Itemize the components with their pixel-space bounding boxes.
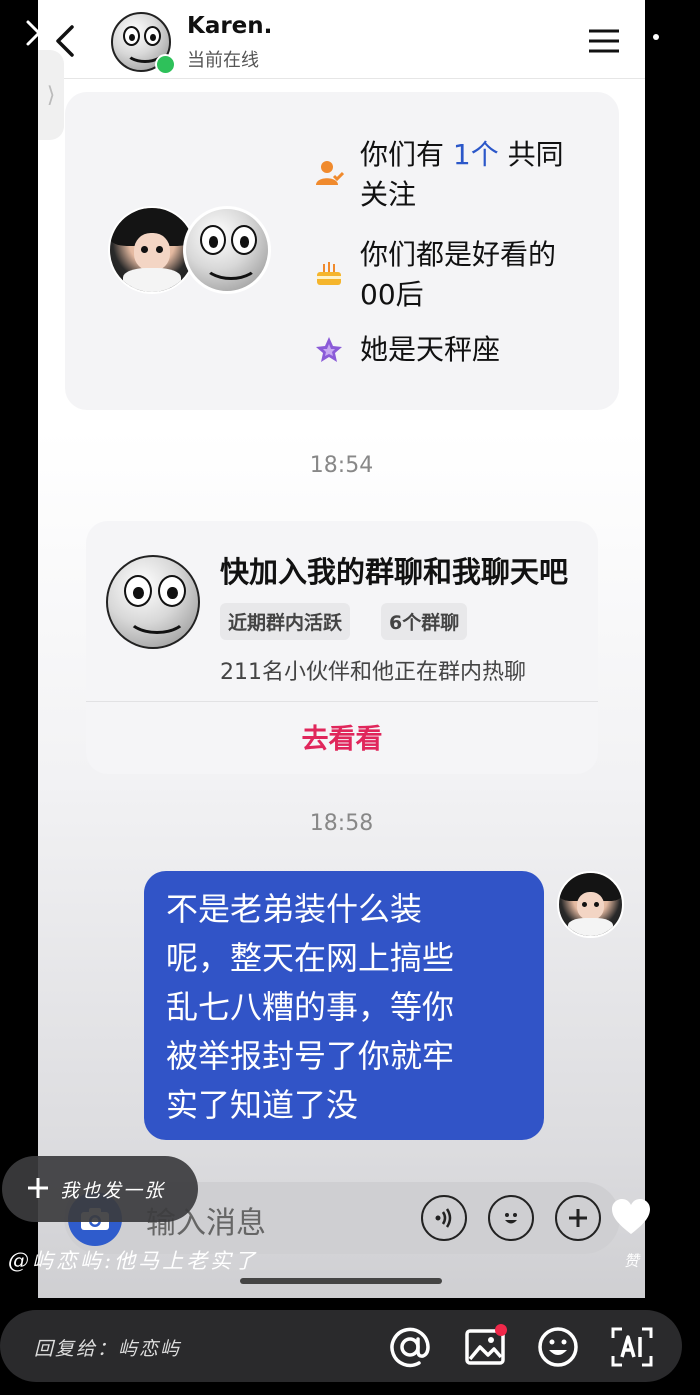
plus-icon [569,1209,587,1227]
common-follow-text: 你们有 1个 共同 关注 [360,135,600,215]
message-bubble[interactable]: 不是老弟装什么装 呢，整天在网上搞些 乱七八糟的事，等你 被举报封号了你就牢 实… [144,871,544,1140]
age-line-cont: 00后 [360,278,424,311]
age-text: 你们都是好看的 00后 [360,235,600,315]
message-line: 不是老弟装什么装 [166,890,423,928]
voice-icon [435,1208,452,1228]
add-button[interactable] [555,1195,601,1241]
reply-input[interactable]: 回复给：屿恋屿 [34,1334,181,1361]
age-line: 你们都是好看的 [360,238,557,271]
active-tag: 近期群内活跃 [220,603,351,640]
common-follow-prefix: 你们有 [360,138,445,171]
post-too-button[interactable]: 我也发一张 [2,1156,198,1222]
emoji-icon [505,1213,517,1224]
close-icon[interactable] [24,18,54,48]
image-icon[interactable] [464,1324,507,1368]
notification-dot [495,1324,507,1336]
home-indicator [240,1278,442,1284]
contact-status: 当前在线 [187,50,259,71]
chat-header: Karen. 当前在线 [38,0,645,79]
group-count-tag: 6个群聊 [381,603,468,640]
like-button[interactable]: 赞 [610,1198,656,1274]
emoji-icon[interactable] [537,1326,579,1368]
timestamp: 18:58 [309,811,374,836]
menu-icon[interactable] [588,28,620,54]
view-group-button[interactable]: 去看看 [86,717,598,756]
message-line: 实了知道了没 [166,1086,359,1124]
ai-icon[interactable] [610,1326,654,1368]
match-info-card: 你们有 1个 共同 关注 你们都是好看的 00后 她是天秤座 [65,92,619,410]
more-icon[interactable] [622,28,662,40]
user-follow-icon [314,158,345,188]
plus-icon [28,1178,48,1198]
side-panel-tab[interactable]: ⟩ [38,50,64,140]
group-avatar [106,555,200,649]
chat-screen: Karen. 当前在线 ⟩ 你们有 1个 共同 关注 你们都是好看的 00后 她… [38,0,645,1298]
message-line: 被举报封号了你就牢 [166,1037,455,1075]
common-follow-suffix: 共同 [507,138,564,171]
heart-icon [612,1199,650,1234]
message-line: 乱七八糟的事，等你 [166,988,455,1026]
group-invite-card: 快加入我的群聊和我聊天吧 近期群内活跃 6个群聊 211名小伙伴和他正在群内热聊… [86,521,598,774]
star-icon [314,335,344,365]
sender-avatar[interactable] [557,871,624,938]
group-description: 211名小伙伴和他正在群内热聊 [220,660,526,685]
reply-bar: 回复给：屿恋屿 [0,1310,682,1382]
contact-name: Karen. [187,13,273,39]
online-dot [155,54,176,75]
card-divider [86,701,598,702]
group-title: 快加入我的群聊和我聊天吧 [220,555,569,589]
comment-text: @屿恋屿:他马上老实了 [8,1249,259,1273]
mention-icon[interactable] [389,1326,431,1368]
zodiac-text: 她是天秤座 [360,333,501,366]
common-follow-count: 1个 [452,138,499,171]
timestamp: 18:54 [309,453,374,478]
voice-button[interactable] [421,1195,467,1241]
emoji-button[interactable] [488,1195,534,1241]
post-too-label: 我也发一张 [60,1180,166,1202]
cake-icon [314,258,344,288]
contact-avatar-large [183,206,271,294]
message-line: 呢，整天在网上搞些 [166,939,455,977]
like-label: 赞 [624,1252,640,1270]
common-follow-cont: 关注 [360,178,417,211]
